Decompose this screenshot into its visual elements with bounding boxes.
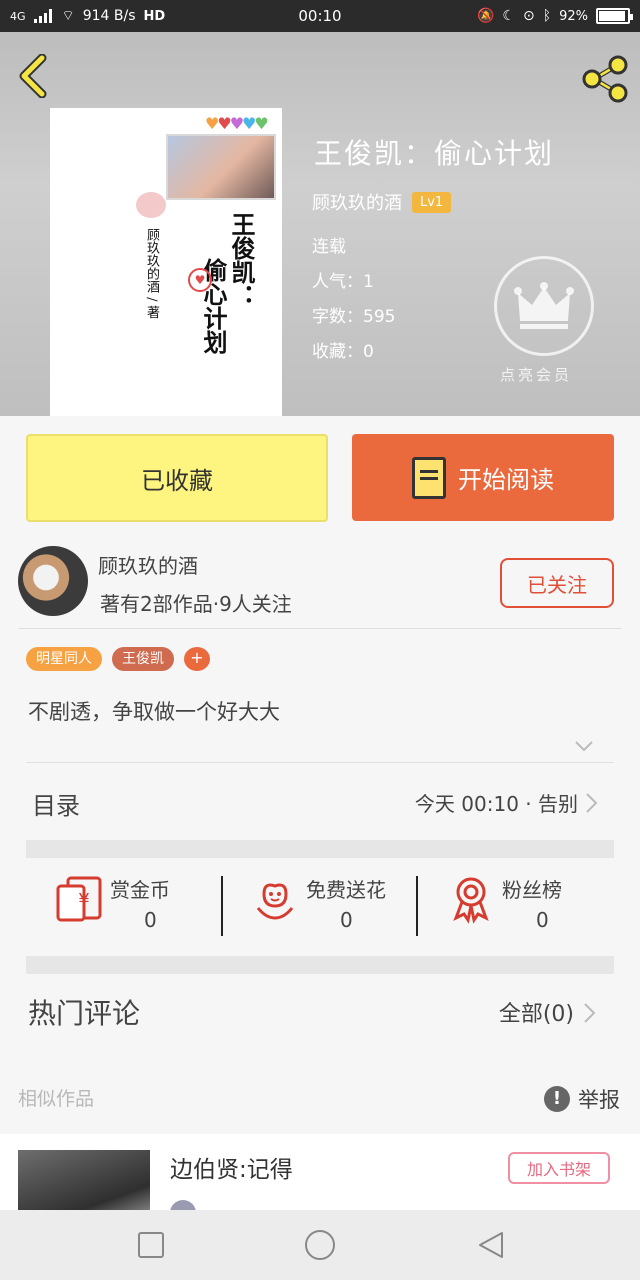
reward-count: 0 — [340, 908, 353, 932]
wifi-icon: ⌔ — [61, 8, 75, 24]
follow-button[interactable]: 已关注 — [500, 558, 614, 608]
follow-label: 已关注 — [527, 572, 587, 597]
similar-work-title: 边伯贤:记得 — [170, 1157, 293, 1183]
report-button[interactable]: ! 举报 — [544, 1084, 620, 1114]
bluetooth-icon: ᛒ — [542, 8, 552, 24]
divider — [18, 628, 622, 629]
reward-count: 0 — [144, 908, 157, 932]
tag-item[interactable]: 王俊凯 — [112, 647, 174, 671]
reward-coins-button[interactable]: ¥ 赏金币 0 — [26, 858, 222, 956]
word-count-stat: 字数：595 — [312, 307, 396, 327]
system-nav-bar — [0, 1210, 640, 1280]
popularity-stat: 人气：1 — [312, 272, 374, 292]
svg-text:¥: ¥ — [78, 890, 89, 911]
back-triangle-icon[interactable] — [476, 1230, 506, 1260]
catalog-label: 目录 — [32, 792, 80, 820]
hot-comments-row[interactable]: 热门评论 全部(0) — [26, 976, 614, 1046]
hd-indicator: HD — [143, 8, 166, 24]
similar-work-item[interactable]: 边伯贤:记得 加入书架 — [0, 1134, 640, 1210]
all-comments-link[interactable]: 全部(0) — [499, 996, 574, 1028]
cover-byline: 顾玖玖的酒 / 著 — [144, 228, 159, 319]
add-to-shelf-button[interactable]: 加入书架 — [508, 1152, 610, 1184]
flower-icon — [256, 883, 294, 920]
battery-percent: 92% — [559, 8, 588, 24]
mute-icon: 🔕 — [476, 8, 495, 24]
rotation-lock-icon: ⊙ — [522, 8, 535, 24]
hearts-decoration: ♥♥♥♥♥ — [205, 114, 269, 133]
start-reading-button[interactable]: 开始阅读 — [352, 434, 614, 521]
chevron-right-icon — [586, 793, 598, 813]
similar-work-cover — [18, 1150, 150, 1210]
network-type: 4G — [10, 9, 26, 23]
share-icon — [582, 55, 628, 103]
tag-item[interactable]: 明星同人 — [26, 647, 102, 671]
section-separator — [26, 840, 614, 858]
book-icon — [412, 456, 446, 499]
collected-button[interactable]: 已收藏 — [26, 434, 328, 522]
book-description: 不剧透，争取做一个好大大 — [28, 700, 280, 724]
vip-label[interactable]: 点亮会员 — [500, 364, 572, 385]
signal-icon — [33, 9, 54, 23]
moon-icon: ☾ — [502, 8, 515, 24]
similar-work-author-avatar — [170, 1200, 196, 1210]
rewards-row: ¥ 赏金币 0 免费送花 0 粉丝榜 0 — [26, 858, 614, 956]
similar-works-label: 相似作品 — [18, 1088, 95, 1110]
chevron-down-icon[interactable] — [574, 736, 594, 756]
author-works-fans: 著有2部作品·9人关注 — [100, 592, 292, 616]
author-avatar[interactable] — [18, 546, 88, 616]
exclamation-icon: ! — [544, 1086, 570, 1112]
battery-icon — [596, 8, 633, 24]
collected-label: 已收藏 — [141, 466, 213, 495]
heart-icon: ♥ — [188, 268, 212, 292]
back-button[interactable] — [14, 53, 54, 99]
book-header: ♥♥♥♥♥ 王俊凯： 偷心计划 ♥ 顾玖玖的酒 / 著 王俊凯：偷心计划 顾玖玖… — [0, 32, 640, 416]
section-separator — [26, 956, 614, 974]
status-bar: 4G ⌔ 914 B/s HD 00:10 🔕 ☾ ⊙ ᛒ 92% — [0, 0, 640, 32]
share-button[interactable] — [580, 54, 630, 104]
reward-label: 赏金币 — [110, 878, 170, 902]
book-title: 王俊凯：偷心计划 — [314, 137, 555, 170]
add-tag-button[interactable]: + — [184, 647, 210, 671]
send-flower-button[interactable]: 免费送花 0 — [222, 858, 418, 956]
collection-count-stat: 收藏：0 — [312, 342, 374, 362]
tag-list: 明星同人 王俊凯 + — [26, 647, 210, 671]
author-section: 顾玖玖的酒 著有2部作品·9人关注 已关注 — [0, 540, 640, 628]
clock: 00:10 — [298, 7, 342, 25]
book-author-name[interactable]: 顾玖玖的酒 — [312, 189, 402, 215]
start-reading-label: 开始阅读 — [458, 466, 554, 494]
reward-label: 粉丝榜 — [502, 878, 562, 902]
red-envelope-icon: ¥ — [56, 876, 102, 922]
serial-status: 连载 — [312, 237, 346, 257]
chevron-right-icon — [584, 1003, 596, 1023]
book-author-row: 顾玖玖的酒 Lv1 — [312, 189, 452, 215]
ribbon-badge-icon — [453, 877, 489, 924]
latest-chapter: 今天 00:10 · 告别 — [414, 792, 578, 816]
crown-icon — [514, 282, 574, 329]
book-cover[interactable]: ♥♥♥♥♥ 王俊凯： 偷心计划 ♥ 顾玖玖的酒 / 著 — [50, 108, 282, 416]
back-arrow-icon — [19, 53, 47, 99]
catalog-row[interactable]: 目录 今天 00:10 · 告别 — [26, 764, 614, 838]
cover-photo — [166, 134, 276, 200]
fan-ranking-button[interactable]: 粉丝榜 0 — [418, 858, 614, 956]
home-icon[interactable] — [303, 1228, 337, 1262]
report-label: 举报 — [578, 1088, 620, 1112]
reward-label: 免费送花 — [306, 878, 386, 902]
level-badge: Lv1 — [412, 191, 452, 213]
cover-title-line1: 王俊凯： — [227, 212, 256, 308]
recent-apps-icon[interactable] — [136, 1230, 166, 1260]
vip-crown-badge[interactable] — [494, 256, 594, 356]
hot-comments-label: 热门评论 — [28, 997, 141, 1030]
add-to-shelf-label: 加入书架 — [526, 1160, 591, 1179]
reward-count: 0 — [536, 908, 549, 932]
book-stats: 连载 人气：1 字数：595 收藏：0 — [312, 230, 395, 370]
pig-decoration — [136, 192, 166, 218]
network-speed: 914 B/s — [82, 8, 136, 24]
author-name[interactable]: 顾玖玖的酒 — [98, 550, 198, 579]
divider — [26, 762, 614, 763]
